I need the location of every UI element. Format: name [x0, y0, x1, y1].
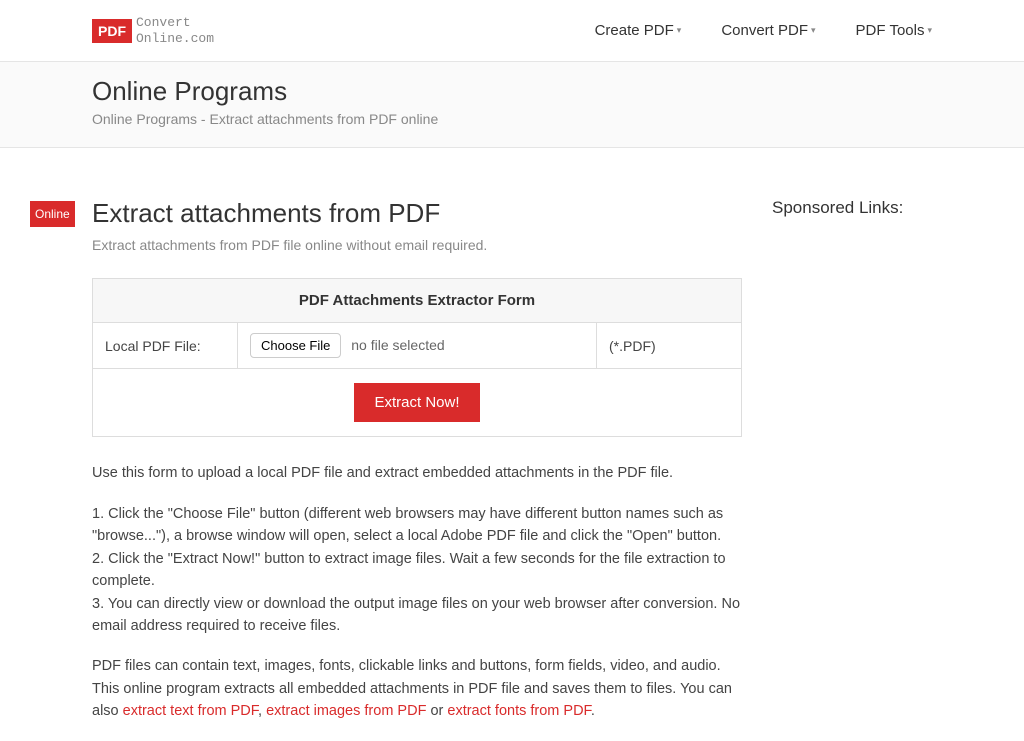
form-header: PDF Attachments Extractor Form	[93, 279, 742, 323]
step-1: 1. Click the "Choose File" button (diffe…	[92, 503, 742, 548]
nav-pdf-tools[interactable]: PDF Tools ▾	[856, 22, 932, 39]
step-2: 2. Click the "Extract Now!" button to ex…	[92, 548, 742, 593]
page-subtitle: Extract attachments from PDF file online…	[92, 237, 742, 253]
site-logo[interactable]: PDF Convert Online.com	[92, 15, 214, 46]
chevron-down-icon: ▾	[811, 25, 816, 36]
file-hint: (*.PDF)	[597, 323, 742, 369]
chevron-down-icon: ▾	[677, 25, 682, 36]
logo-badge: PDF	[92, 19, 132, 43]
link-extract-fonts[interactable]: extract fonts from PDF	[447, 703, 590, 719]
breadcrumb-title: Online Programs	[92, 76, 932, 107]
nav-convert-pdf[interactable]: Convert PDF ▾	[721, 22, 815, 39]
breadcrumb-section: Online Programs Online Programs - Extrac…	[0, 62, 1024, 148]
link-extract-images[interactable]: extract images from PDF	[266, 703, 426, 719]
local-file-label: Local PDF File:	[93, 323, 238, 369]
instructions-section: Use this form to upload a local PDF file…	[92, 462, 742, 723]
description-text: PDF files can contain text, images, font…	[92, 655, 742, 722]
chevron-down-icon: ▾	[927, 25, 932, 36]
nav-create-pdf[interactable]: Create PDF ▾	[595, 22, 682, 39]
page-title: Extract attachments from PDF	[92, 198, 742, 229]
online-badge: Online	[30, 201, 75, 227]
extractor-form: PDF Attachments Extractor Form Local PDF…	[92, 278, 742, 437]
extract-now-button[interactable]: Extract Now!	[354, 383, 479, 422]
step-3: 3. You can directly view or download the…	[92, 593, 742, 638]
logo-text: Convert Online.com	[136, 15, 214, 46]
choose-file-button[interactable]: Choose File	[250, 333, 341, 358]
file-status-text: no file selected	[351, 337, 444, 353]
main-nav: Create PDF ▾ Convert PDF ▾ PDF Tools ▾	[595, 22, 932, 39]
intro-text: Use this form to upload a local PDF file…	[92, 462, 742, 484]
sponsored-links-title: Sponsored Links:	[772, 198, 932, 218]
sidebar: Sponsored Links:	[772, 198, 932, 741]
site-header: PDF Convert Online.com Create PDF ▾ Conv…	[0, 0, 1024, 62]
breadcrumb-subtitle: Online Programs - Extract attachments fr…	[92, 111, 932, 127]
link-extract-text[interactable]: extract text from PDF	[123, 703, 258, 719]
